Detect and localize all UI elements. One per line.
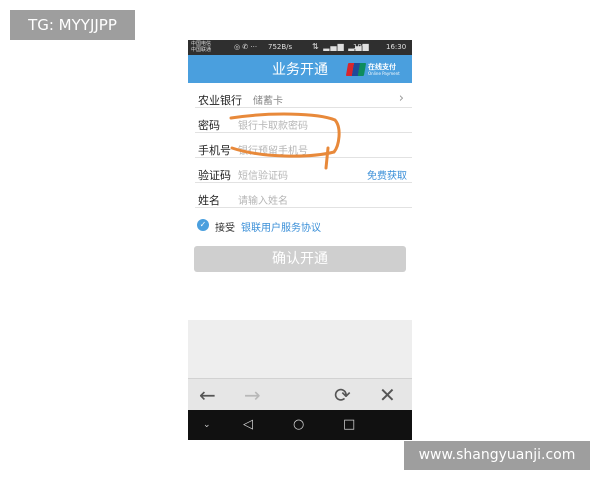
nav-home-icon[interactable]: ○ [293,417,304,433]
status-bar: 中国电信 中国联通 ◎ ✆ ··· 752B/s ⇅ ▂▄▆ ▂▄▆ 19% 1… [188,40,412,55]
clock: 16:30 [386,43,407,51]
get-code-button[interactable]: 免费获取 [367,167,407,182]
bank-card-row[interactable]: 农业银行 储蓄卡 › [195,83,412,108]
unionpay-icon [345,63,367,76]
name-row: 姓名 请输入姓名 [195,183,412,208]
code-row: 验证码 短信验证码 免费获取 [195,158,412,183]
phone-row: 手机号 银行预留手机号 [195,133,412,158]
password-label: 密码 [198,119,220,132]
name-input[interactable]: 请输入姓名 [238,192,288,207]
code-input[interactable]: 短信验证码 [238,167,288,182]
phone-screen: 中国电信 中国联通 ◎ ✆ ··· 752B/s ⇅ ▂▄▆ ▂▄▆ 19% 1… [188,40,412,440]
battery-level: 19% [353,43,369,51]
system-nav-bar: ⌄ ◁ ○ □ [188,410,412,440]
nav-collapse-icon[interactable]: ⌄ [203,417,211,433]
chevron-right-icon[interactable]: › [399,91,404,106]
phone-input[interactable]: 银行预留手机号 [238,142,308,157]
browser-toolbar: ← → ⟳ ✕ [188,378,412,411]
agreement-link[interactable]: 银联用户服务协议 [241,219,321,234]
network-speed: 752B/s [268,43,293,51]
carrier-label: 中国电信 中国联通 [191,41,212,53]
accept-label: 接受 [215,223,235,234]
watermark-bottom: www.shangyuanji.com [404,441,590,470]
back-arrow-icon[interactable]: ← [199,383,216,407]
nav-recents-icon[interactable]: □ [343,417,355,433]
title-bar: 业务开通 在线支付 Online Payment [188,55,412,83]
nav-back-icon[interactable]: ◁ [243,417,253,433]
unionpay-logo: 在线支付 Online Payment [345,60,411,80]
bank-name: 农业银行 [198,94,242,107]
code-label: 验证码 [198,169,231,182]
phone-label: 手机号 [198,144,231,157]
password-input[interactable]: 银行卡取款密码 [238,117,308,132]
agreement-row: ✓ 接受 银联用户服务协议 [195,217,412,235]
brand-subtext: Online Payment [368,71,400,76]
name-label: 姓名 [198,194,220,207]
refresh-icon[interactable]: ⟳ [334,383,351,407]
close-icon[interactable]: ✕ [379,383,396,407]
activation-form: 农业银行 储蓄卡 › 密码 银行卡取款密码 手机号 银行预留手机号 验证码 短信… [188,83,412,320]
watermark-top: TG: MYYJJPP [10,10,135,40]
confirm-button[interactable]: 确认开通 [194,246,406,272]
password-row: 密码 银行卡取款密码 [195,108,412,133]
forward-arrow-icon[interactable]: → [244,383,261,407]
card-type: 储蓄卡 [253,96,283,107]
check-circle-icon[interactable]: ✓ [197,219,209,231]
status-icons: ◎ ✆ ··· [234,43,258,51]
